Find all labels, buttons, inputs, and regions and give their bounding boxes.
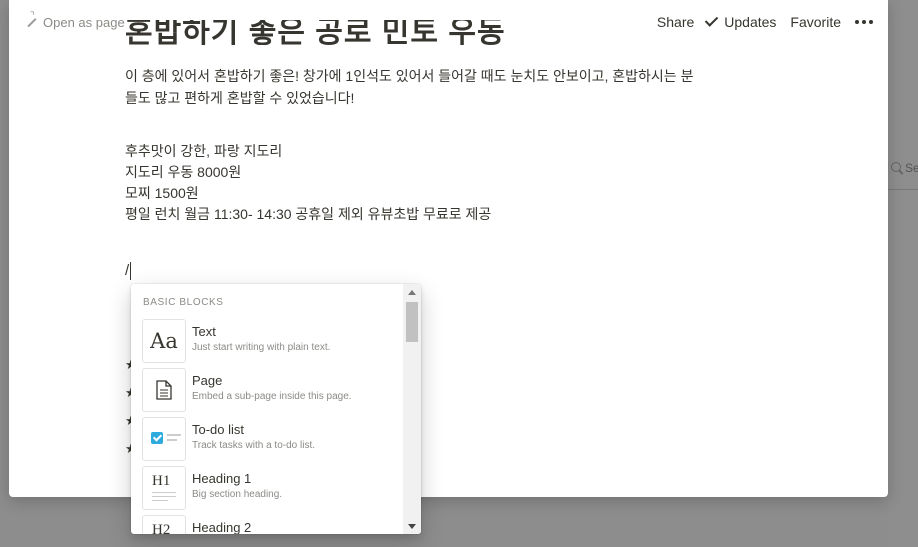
block-type-menu: Basic blocks Aa Text Just start writing … xyxy=(131,284,421,534)
description-line-2: 들도 많고 편하게 혼밥할 수 있었습니다! xyxy=(125,90,355,106)
heading-2-icon: H2 xyxy=(142,515,186,534)
menu-line: 지도리 우동 8000원 xyxy=(125,164,242,180)
menu-item-heading-2[interactable]: H2 Heading 2 xyxy=(131,515,403,534)
menu-item-description: Embed a sub-page inside this page. xyxy=(192,391,352,402)
heading-1-thumb-label: H1 xyxy=(152,473,171,489)
scroll-thumb[interactable] xyxy=(406,302,418,342)
favorite-button[interactable]: Favorite xyxy=(790,14,841,30)
description-line-1: 이 층에 있어서 혼밥하기 좋은! 창가에 1인석도 있어서 들어갈 때도 눈치… xyxy=(125,68,694,84)
open-as-page-label: Open as page xyxy=(43,15,125,30)
menu-line: 모찌 1500원 xyxy=(125,185,199,201)
heading-1-icon: H1 xyxy=(142,466,186,510)
menu-line: 평일 런치 월금 11:30- 14:30 공휴일 제외 유뷰초밥 무료로 제공 xyxy=(125,206,492,222)
text-caret xyxy=(130,262,132,281)
scroll-up-icon[interactable] xyxy=(408,290,416,295)
menu-item-todo-list[interactable]: To-do list Track tasks with a to-do list… xyxy=(131,417,403,465)
scroll-down-icon[interactable] xyxy=(408,524,416,529)
menu-item-title: Heading 1 xyxy=(192,471,252,486)
menu-item-page[interactable]: Page Embed a sub-page inside this page. xyxy=(131,368,403,416)
menu-item-text[interactable]: Aa Text Just start writing with plain te… xyxy=(131,319,403,367)
open-as-page-button[interactable]: Open as page xyxy=(26,11,125,30)
text-block-description[interactable]: 이 층에 있어서 혼밥하기 좋은! 창가에 1인석도 있어서 들어갈 때도 눈치… xyxy=(125,65,765,109)
menu-line: 후추맛이 강한, 파랑 지도리 xyxy=(125,143,283,159)
heading-2-thumb-label: H2 xyxy=(152,522,171,534)
menu-item-heading-1[interactable]: H1 Heading 1 Big section heading. xyxy=(131,466,403,514)
search-icon xyxy=(891,162,901,172)
slash-command-input[interactable]: / xyxy=(125,262,132,281)
page-title-text: 혼밥하기 좋은 공로 민토 우동 xyxy=(125,20,506,45)
more-options-icon[interactable] xyxy=(855,20,873,24)
menu-item-description: Just start writing with plain text. xyxy=(192,342,331,353)
background-search-text: Se xyxy=(905,161,918,175)
text-block-menu[interactable]: 후추맛이 강한, 파랑 지도리 지도리 우동 8000원 모찌 1500원 평일… xyxy=(125,141,491,225)
menu-scrollbar[interactable] xyxy=(403,284,421,534)
menu-section-header: Basic blocks xyxy=(143,297,224,308)
text-thumb-label: Aa xyxy=(150,329,178,353)
background-search: Se xyxy=(888,155,918,190)
page-icon xyxy=(142,368,186,412)
page-title[interactable]: 혼밥하기 좋은 공로 민토 우동 xyxy=(125,20,765,45)
slash-text: / xyxy=(125,262,130,279)
menu-item-title: To-do list xyxy=(192,422,245,437)
todo-checkbox-icon xyxy=(142,417,186,461)
menu-item-title: Heading 2 xyxy=(192,520,252,534)
background-sidebar: Se xyxy=(888,0,918,547)
expand-icon xyxy=(26,11,37,28)
menu-item-title: Page xyxy=(192,373,223,388)
menu-item-title: Text xyxy=(192,324,216,339)
menu-item-description: Big section heading. xyxy=(192,489,283,500)
menu-item-description: Track tasks with a to-do list. xyxy=(192,440,315,451)
text-block-icon: Aa xyxy=(142,319,186,363)
